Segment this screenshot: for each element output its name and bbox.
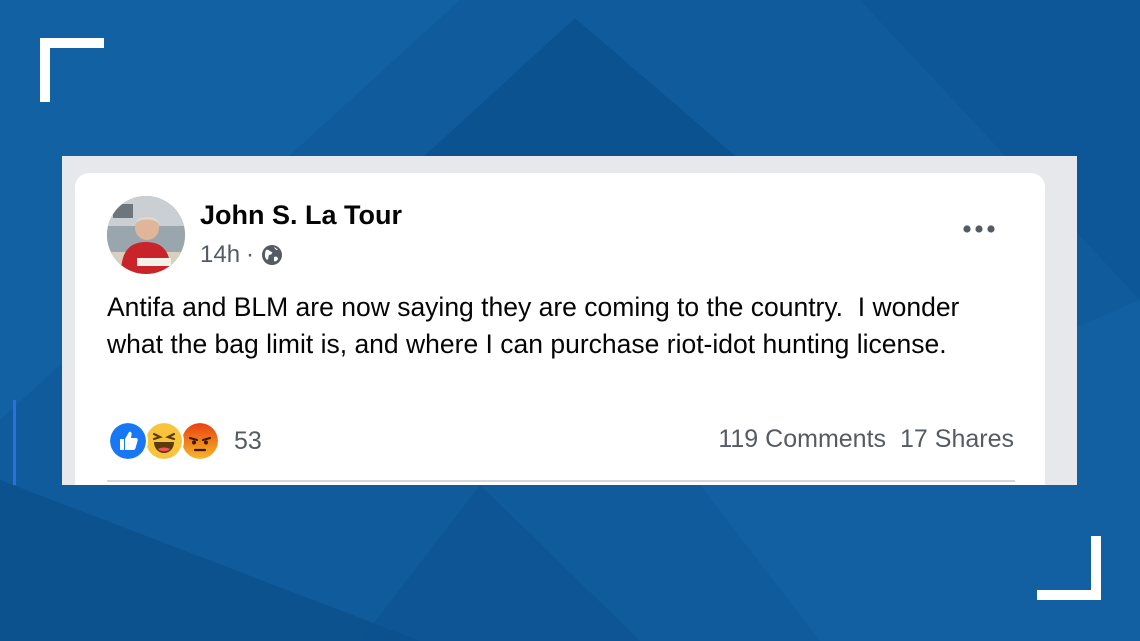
post-divider bbox=[107, 480, 1015, 482]
corner-bracket-top-left bbox=[40, 38, 104, 102]
avatar-photo bbox=[107, 196, 185, 274]
post-author-name[interactable]: John S. La Tour bbox=[200, 200, 402, 231]
avatar[interactable] bbox=[107, 196, 185, 274]
post-stats: 119 Comments 17 Shares bbox=[718, 425, 1014, 454]
shares-count[interactable]: 17 Shares bbox=[900, 425, 1014, 454]
post-timestamp[interactable]: 14h bbox=[200, 241, 240, 269]
post-meta: 14h · bbox=[200, 241, 284, 269]
haha-icon bbox=[144, 421, 184, 461]
like-icon bbox=[108, 421, 148, 461]
post-body-text: Antifa and BLM are now saying they are c… bbox=[107, 292, 967, 359]
news-graphic: John S. La Tour 14h · Antifa and BLM are… bbox=[0, 0, 1140, 641]
left-accent-bar bbox=[13, 400, 16, 485]
facebook-post-card: John S. La Tour 14h · Antifa and BLM are… bbox=[75, 173, 1045, 485]
reaction-count: 53 bbox=[234, 426, 262, 455]
post-screenshot-frame: John S. La Tour 14h · Antifa and BLM are… bbox=[62, 156, 1077, 485]
more-options-icon[interactable] bbox=[961, 222, 997, 236]
globe-icon bbox=[262, 245, 283, 265]
meta-separator: · bbox=[246, 241, 255, 268]
comments-count[interactable]: 119 Comments bbox=[718, 425, 886, 454]
reactions-summary[interactable]: 53 bbox=[108, 421, 262, 461]
corner-bracket-bottom-right bbox=[1037, 536, 1101, 600]
angry-icon bbox=[180, 421, 220, 461]
